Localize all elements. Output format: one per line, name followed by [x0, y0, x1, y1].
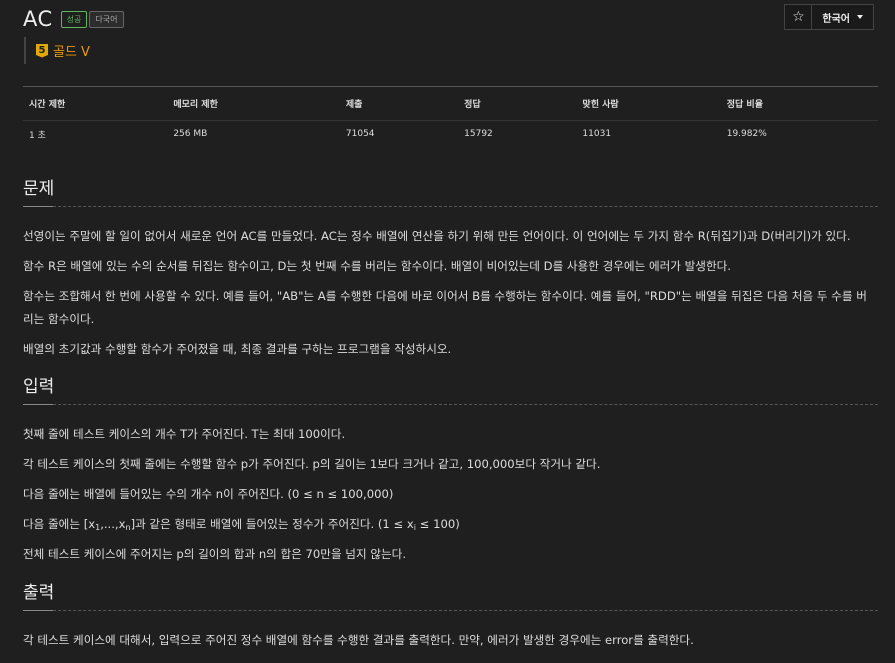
input-paragraph: 전체 테스트 케이스에 주어지는 p의 길이의 합과 n의 합은 70만을 넘지… — [23, 547, 407, 561]
language-dropdown[interactable]: 한국어 — [812, 5, 873, 29]
header-memory-limit: 메모리 제한 — [167, 86, 340, 121]
star-icon[interactable]: ☆ — [785, 5, 813, 29]
header-time-limit: 시간 제한 — [23, 86, 168, 121]
stats-header-row: 시간 제한 메모리 제한 제출 정답 맞힌 사람 정답 비율 — [23, 86, 878, 121]
input-section: 입력 첫째 줄에 테스트 케이스의 개수 T가 주어진다. T는 최대 100이… — [23, 375, 878, 561]
language-label: 한국어 — [822, 13, 850, 25]
solvers-value[interactable]: 11031 — [576, 121, 720, 148]
header-submissions: 제출 — [339, 86, 459, 121]
input-paragraph-array-format: 다음 줄에는 [x1,...,xn]과 같은 형태로 배열에 들어있는 정수가 … — [23, 517, 460, 532]
problem-title: AC — [23, 7, 53, 31]
description-paragraph: 함수 R은 배열에 있는 수의 순서를 뒤집는 함수이고, D는 첫 번째 수를… — [23, 259, 731, 273]
output-paragraph: 각 테스트 케이스에 대해서, 입력으로 주어진 정수 배열에 함수를 수행한 … — [23, 633, 694, 647]
submissions-value[interactable]: 71054 — [340, 121, 458, 148]
output-section: 출력 각 테스트 케이스에 대해서, 입력으로 주어진 정수 배열에 함수를 수… — [23, 581, 878, 647]
section-title-description: 문제 — [23, 179, 55, 199]
accept-ratio-value: 19.982% — [726, 129, 767, 139]
solved-badge: 성공 — [60, 10, 88, 28]
description-paragraph: 리는 함수이다. — [23, 312, 95, 326]
header-accept-ratio: 정답 비율 — [720, 86, 878, 121]
header-solvers: 맞힌 사람 — [576, 86, 721, 121]
time-limit-value: 1 초 — [29, 130, 46, 141]
tier-label[interactable]: 골드 V — [53, 41, 90, 60]
tier-info: 5 골드 V — [24, 37, 90, 64]
description-paragraph: 선영이는 주말에 할 일이 없어서 새로운 언어 AC를 만들었다. AC는 정… — [23, 229, 851, 243]
description-paragraph: 배열의 초기값과 수행할 함수가 주어졌을 때, 최종 결과를 구하는 프로그램… — [23, 342, 452, 356]
problem-actions: ☆ 한국어 — [784, 4, 874, 30]
tier-icon: 5 — [36, 43, 48, 58]
problem-header: AC 성공 다국어 — [23, 4, 126, 34]
stats-value-row: 1 초 256 MB 71054 15792 11031 19.982% — [23, 121, 878, 148]
memory-limit-value: 256 MB — [173, 129, 208, 139]
input-paragraph: 각 테스트 케이스의 첫째 줄에는 수행할 함수 p가 주어진다. p의 길이는… — [23, 457, 601, 471]
input-paragraph: 다음 줄에는 배열에 들어있는 수의 개수 n이 주어진다. (0 ≤ n ≤ … — [23, 487, 394, 501]
header-accepted: 정답 — [458, 86, 577, 121]
accepted-value[interactable]: 15792 — [458, 121, 576, 148]
multilang-badge[interactable]: 다국어 — [89, 10, 124, 28]
description-section: 문제 선영이는 주말에 할 일이 없어서 새로운 언어 AC를 만들었다. AC… — [23, 177, 878, 356]
section-title-output: 출력 — [23, 583, 55, 603]
chevron-down-icon — [857, 15, 863, 19]
section-title-input: 입력 — [23, 377, 55, 397]
problem-info-table: 시간 제한 메모리 제한 제출 정답 맞힌 사람 정답 비율 1 초 256 M… — [23, 86, 878, 147]
description-paragraph: 함수는 조합해서 한 번에 사용할 수 있다. 예를 들어, "AB"는 A를 … — [23, 289, 867, 303]
input-paragraph: 첫째 줄에 테스트 케이스의 개수 T가 주어진다. T는 최대 100이다. — [23, 427, 346, 441]
